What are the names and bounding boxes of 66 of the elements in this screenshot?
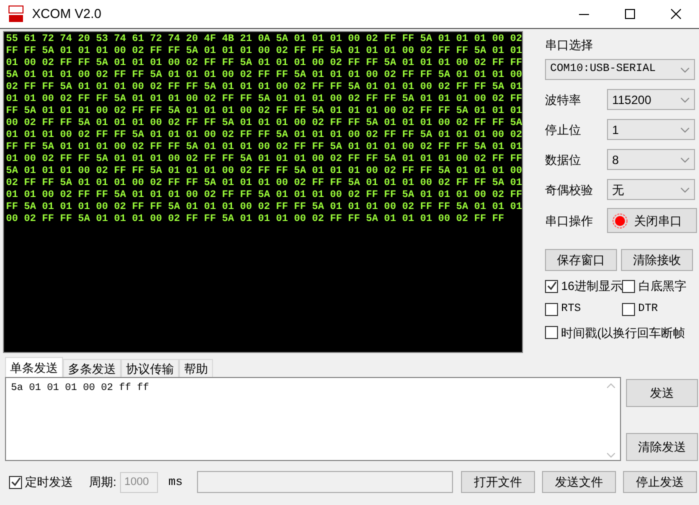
tab[interactable]: 帮助 xyxy=(179,359,213,377)
checkbox-option[interactable]: 时间戳(以换行回车断帧 xyxy=(545,324,686,342)
checkbox[interactable] xyxy=(545,302,558,316)
chevron-down-icon xyxy=(680,186,690,192)
setting-label: 奇偶校验 xyxy=(545,182,594,198)
receive-data-line: 55 61 72 74 20 53 74 61 72 74 20 4F 4B 21 0A 5A 01 01 01 00 02 FF FF 5A 01 01 01 00 02 xyxy=(6,34,522,46)
file-button[interactable]: 打开文件 xyxy=(460,471,535,493)
receive-data-line: 01 00 02 FF FF 5A 01 01 01 00 02 FF FF 5A 01 01 01 00 02 FF FF 5A 01 01 01 00 02 FF FF xyxy=(6,154,522,166)
checkbox-option[interactable]: 白底黑字 xyxy=(622,277,686,295)
panel-button[interactable]: 清除接收 xyxy=(621,249,694,271)
checkbox[interactable] xyxy=(545,326,558,339)
chevron-down-icon xyxy=(680,126,690,132)
check-icon xyxy=(546,281,557,291)
checkbox-option[interactable]: 定时发送 xyxy=(9,473,73,491)
check-icon xyxy=(10,477,20,487)
file-path-field[interactable] xyxy=(196,471,453,493)
dropdown[interactable]: 1 xyxy=(607,119,696,140)
receive-area[interactable] xyxy=(3,31,524,353)
send-button[interactable]: 发送 xyxy=(626,379,698,407)
receive-data-line: 01 00 02 FF FF 5A 01 01 01 00 02 FF FF 5A 01 01 01 00 02 FF FF 5A 01 01 01 00 02 FF FF xyxy=(6,58,522,70)
receive-data-line: 5A 01 01 01 00 02 FF FF 5A 01 01 01 00 02 FF FF 5A 01 01 01 00 02 FF FF 5A 01 01 01 00 xyxy=(6,70,522,82)
unit-label: ms xyxy=(168,474,183,491)
setting-label: 波特率 xyxy=(545,92,582,108)
receive-data-line: 00 02 FF FF 5A 01 01 01 00 02 FF FF 5A 01 01 01 00 02 FF FF 5A 01 01 01 00 02 FF FF 5A xyxy=(6,118,522,130)
send-button[interactable]: 清除发送 xyxy=(626,433,698,461)
checkbox[interactable] xyxy=(622,280,636,292)
receive-data-line: 01 01 00 02 FF FF 5A 01 01 01 00 02 FF FF 5A 01 01 01 00 02 FF FF 5A 01 01 01 00 02 FF xyxy=(6,190,522,202)
port-select-label: 串口选择 xyxy=(545,37,594,54)
tab[interactable]: 协议传输 xyxy=(121,359,179,377)
checkbox-option[interactable]: DTR xyxy=(622,301,658,318)
close-icon xyxy=(671,9,681,19)
receive-data-line: 00 02 FF FF 5A 01 01 01 00 02 FF FF 5A 01 01 01 00 02 FF FF 5A 01 01 01 00 02 FF FF xyxy=(6,214,506,226)
checkbox[interactable] xyxy=(622,302,636,316)
dropdown[interactable]: COM10:USB-SERIAL xyxy=(545,59,696,80)
receive-data-line: 02 FF FF 5A 01 01 01 00 02 FF FF 5A 01 01 01 00 02 FF FF 5A 01 01 01 00 02 FF FF 5A 01 xyxy=(6,178,522,190)
receive-data-line: FF FF 5A 01 01 01 00 02 FF FF 5A 01 01 01 00 02 FF FF 5A 01 01 01 00 02 FF FF 5A 01 01 xyxy=(6,142,522,154)
window-title: XCOM V2.0 xyxy=(32,5,102,24)
receive-data-line: FF FF 5A 01 01 01 00 02 FF FF 5A 01 01 01 00 02 FF FF 5A 01 01 01 00 02 FF FF 5A 01 01 xyxy=(6,46,522,58)
checkbox-option[interactable]: RTS xyxy=(545,301,622,318)
dropdown[interactable]: 无 xyxy=(607,179,696,200)
app-logo-icon xyxy=(8,5,24,23)
receive-data-line: 01 01 01 00 02 FF FF 5A 01 01 01 00 02 FF FF 5A 01 01 01 00 02 FF FF 5A 01 01 01 00 02 xyxy=(6,130,522,142)
receive-data-line: 5A 01 01 01 00 02 FF FF 5A 01 01 01 00 02 FF FF 5A 01 01 01 00 02 FF FF 5A 01 01 01 00 xyxy=(6,166,522,178)
checkbox-option[interactable]: 16进制显示 xyxy=(545,277,622,295)
chevron-down-icon xyxy=(680,96,690,102)
close-port-button[interactable]: 关闭串口 xyxy=(607,208,698,233)
port-operation-label: 串口操作 xyxy=(545,212,594,230)
panel-button[interactable]: 保存窗口 xyxy=(545,249,618,271)
receive-data-line: 01 01 00 02 FF FF 5A 01 01 01 00 02 FF FF 5A 01 01 01 00 02 FF FF 5A 01 01 01 00 02 FF xyxy=(6,94,522,106)
file-button[interactable]: 发送文件 xyxy=(542,471,616,493)
receive-data-line: 02 FF FF 5A 01 01 01 00 02 FF FF 5A 01 01 01 00 02 FF FF 5A 01 01 01 00 02 FF FF 5A 01 xyxy=(6,82,522,94)
dropdown[interactable]: 115200 xyxy=(607,89,696,110)
setting-label: 数据位 xyxy=(545,152,582,168)
period-label: 周期: xyxy=(89,474,116,491)
file-button[interactable]: 停止发送 xyxy=(622,471,697,493)
checkbox[interactable] xyxy=(545,280,558,292)
checkbox[interactable] xyxy=(9,476,22,488)
receive-data-line: FF 5A 01 01 01 00 02 FF FF 5A 01 01 01 00 02 FF FF 5A 01 01 01 00 02 FF FF 5A 01 01 01 xyxy=(6,202,522,214)
maximize-icon xyxy=(625,9,635,19)
tab[interactable]: 多条发送 xyxy=(63,359,121,377)
chevron-down-icon xyxy=(680,66,690,72)
receive-data-line: FF 5A 01 01 01 00 02 FF FF 5A 01 01 01 00 02 FF FF 5A 01 01 01 00 02 FF FF 5A 01 01 01 xyxy=(6,106,522,118)
setting-label: 停止位 xyxy=(545,122,582,138)
chevron-down-icon xyxy=(680,156,690,162)
dropdown[interactable]: 8 xyxy=(607,149,696,170)
tab[interactable]: 单条发送 xyxy=(5,357,63,377)
